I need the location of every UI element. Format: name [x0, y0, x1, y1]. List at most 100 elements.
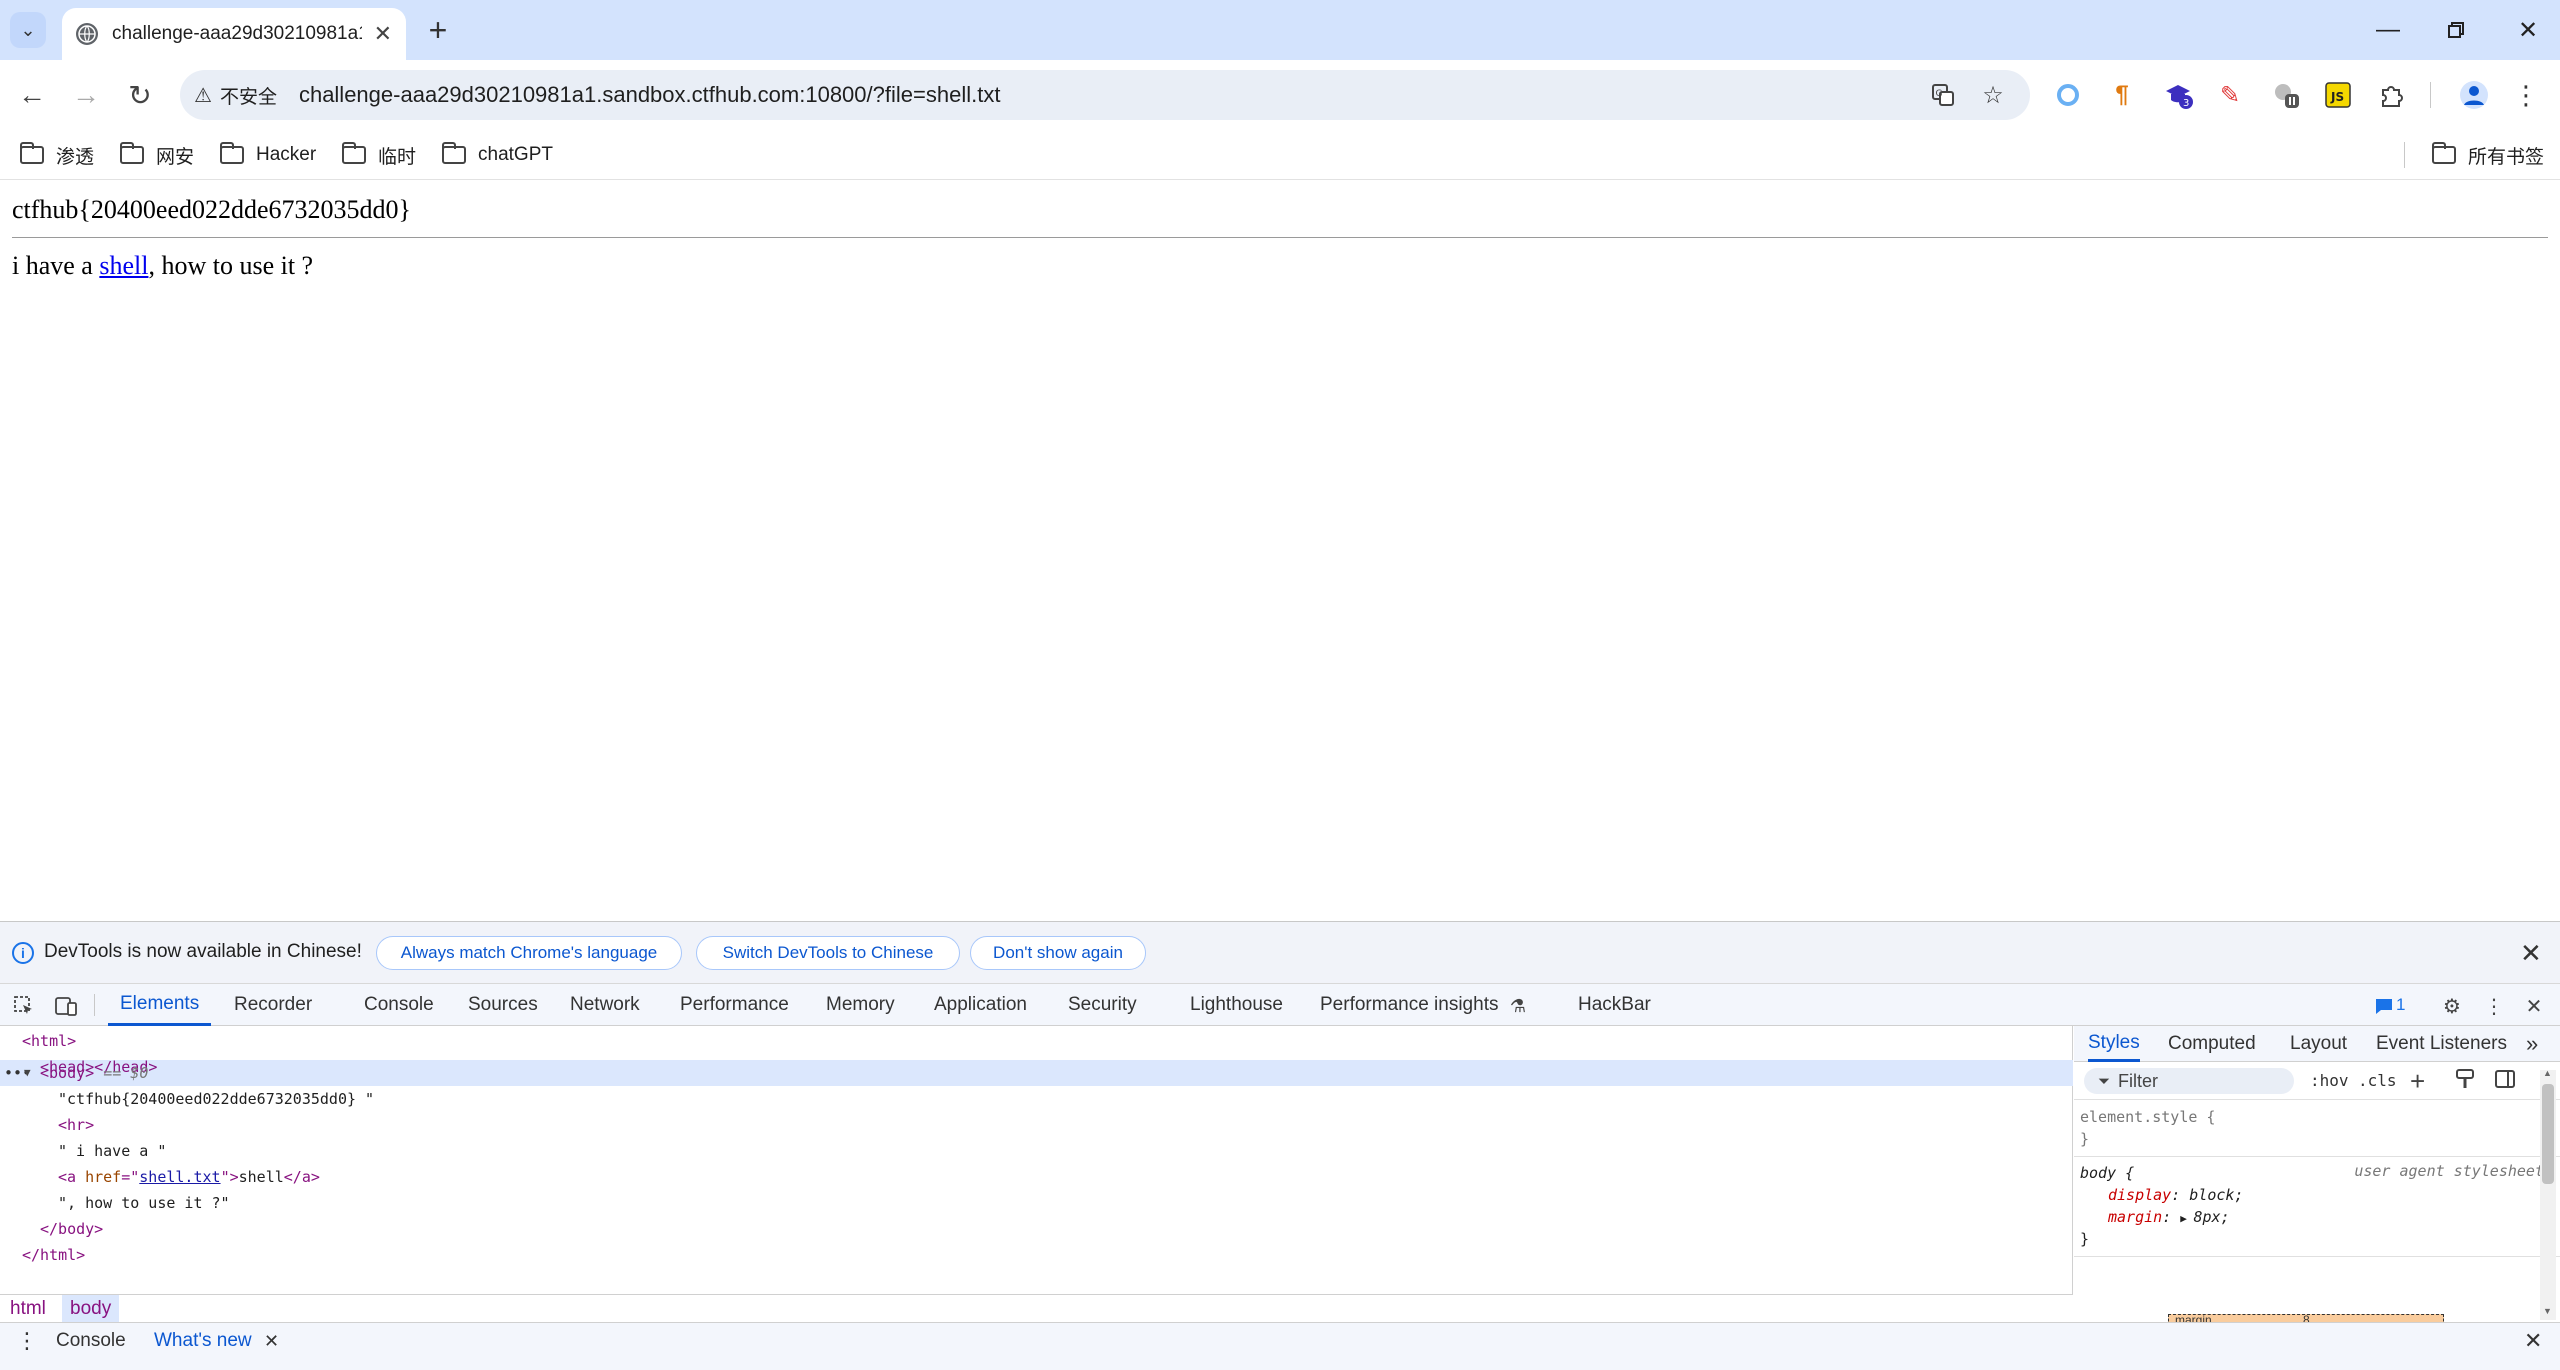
close-devtools-icon[interactable]: ✕	[2520, 992, 2548, 1020]
styles-scrollbar-thumb[interactable]	[2542, 1084, 2554, 1184]
dom-text-node[interactable]: ", how to use it ?"	[58, 1190, 230, 1216]
tab-layout[interactable]: Layout	[2290, 1026, 2347, 1062]
devtools-menu-icon[interactable]: ⋮	[2480, 992, 2508, 1020]
new-rule-icon[interactable]: +	[2410, 1066, 2425, 1097]
issues-icon[interactable]	[2370, 992, 2398, 1020]
bookmark-star-icon[interactable]: ☆	[1976, 78, 2010, 112]
tab-console[interactable]: Console	[364, 984, 434, 1026]
cls-toggle[interactable]: .cls	[2358, 1071, 2397, 1090]
dom-node-html-close[interactable]: </html>	[22, 1242, 85, 1268]
close-drawer-icon[interactable]: ✕	[2524, 1323, 2542, 1359]
dom-text-node[interactable]: "ctfhub{20400eed022dde6732035dd0} "	[58, 1086, 374, 1112]
active-tab[interactable]: challenge-aaa29d30210981a1.sandbox.ctfhu…	[62, 8, 406, 60]
translate-icon[interactable]: G	[1926, 78, 1960, 112]
tab-styles[interactable]: Styles	[2088, 1026, 2140, 1062]
property-name: margin	[2108, 1208, 2163, 1226]
rule-divider	[2074, 1156, 2560, 1157]
bookmark-folder-wangan[interactable]: 网安	[119, 138, 194, 172]
selected-dom-row[interactable]	[0, 1060, 2073, 1086]
infobar-message: DevTools is now available in Chinese!	[44, 941, 362, 962]
expand-triangle-icon[interactable]: ▶	[2180, 1212, 2193, 1225]
insecure-label[interactable]: 不安全	[220, 82, 277, 109]
bookmark-folder-hacker[interactable]: Hacker	[219, 138, 316, 172]
dont-show-again-button[interactable]: Don't show again	[970, 936, 1146, 970]
minimize-icon[interactable]: —	[2368, 10, 2408, 50]
display-declaration[interactable]: display: block;	[2108, 1184, 2243, 1206]
reload-icon[interactable]: ↻	[120, 75, 160, 115]
warning-icon[interactable]: ⚠	[194, 83, 212, 108]
dom-node-hr[interactable]: <hr>	[58, 1112, 94, 1138]
breadcrumb-html[interactable]: html	[2, 1295, 54, 1323]
new-tab-button[interactable]: +	[420, 12, 456, 48]
tab-sources[interactable]: Sources	[468, 984, 538, 1026]
profile-avatar-icon[interactable]	[2456, 77, 2492, 113]
restore-icon[interactable]	[2436, 10, 2476, 50]
element-style-rule[interactable]: element.style {	[2080, 1106, 2215, 1128]
dom-node-body[interactable]: <body> == $0	[40, 1060, 148, 1086]
href-link[interactable]: shell.txt	[139, 1168, 220, 1186]
pilcrow-extension-icon[interactable]: ¶	[2104, 77, 2140, 113]
issues-count[interactable]: 1	[2396, 984, 2405, 1026]
scroll-up-icon[interactable]: ▲	[2543, 1068, 2552, 1078]
close-window-icon[interactable]: ✕	[2508, 10, 2548, 50]
dom-tag: <body>	[40, 1064, 95, 1082]
feather-extension-icon[interactable]: ✎	[2212, 77, 2248, 113]
dom-node-html[interactable]: <html>	[22, 1028, 76, 1054]
device-toolbar-icon[interactable]	[52, 992, 80, 1020]
tab-security[interactable]: Security	[1068, 984, 1137, 1026]
dom-node-a[interactable]: <a href="shell.txt">shell</a>	[58, 1164, 320, 1190]
dom-tag: </body>	[40, 1220, 104, 1238]
tab-computed[interactable]: Computed	[2168, 1026, 2256, 1062]
bookmark-folder-chatgpt[interactable]: chatGPT	[441, 138, 553, 172]
breadcrumb-body[interactable]: body	[62, 1295, 120, 1323]
styles-scrollbar-track[interactable]: ▲ ▼	[2540, 1068, 2556, 1320]
all-bookmarks-button[interactable]: 所有书签	[2431, 138, 2544, 172]
url-text[interactable]: challenge-aaa29d30210981a1.sandbox.ctfhu…	[299, 82, 1000, 108]
tab-hackbar[interactable]: HackBar	[1578, 984, 1651, 1026]
hov-toggle[interactable]: :hov	[2310, 1071, 2349, 1090]
close-tab-icon[interactable]: ✕	[374, 21, 392, 47]
puzzle-extensions-icon[interactable]	[2374, 77, 2410, 113]
graduation-cap-extension-icon[interactable]: 3	[2160, 77, 2196, 113]
close-infobar-icon[interactable]: ✕	[2520, 938, 2542, 969]
drawer-tab-whats-new[interactable]: What's new	[154, 1323, 252, 1359]
menu-kebab-icon[interactable]: ⋮	[2508, 77, 2544, 113]
drawer-menu-icon[interactable]: ⋮	[16, 1323, 38, 1359]
address-bar[interactable]: ⚠ 不安全 challenge-aaa29d30210981a1.sandbox…	[180, 70, 2030, 120]
tab-performance-insights[interactable]: Performance insights	[1320, 984, 1498, 1026]
scroll-down-icon[interactable]: ▼	[2543, 1306, 2552, 1316]
tab-event-listeners[interactable]: Event Listeners	[2376, 1026, 2507, 1062]
tab-elements[interactable]: Elements	[108, 984, 212, 1026]
styles-filter-input[interactable]: ⏷ Filter	[2084, 1068, 2294, 1094]
always-match-language-button[interactable]: Always match Chrome's language	[376, 936, 682, 970]
settings-gear-icon[interactable]: ⚙	[2438, 992, 2466, 1020]
tab-lighthouse[interactable]: Lighthouse	[1190, 984, 1283, 1026]
tab-application[interactable]: Application	[934, 984, 1027, 1026]
expand-triangle-icon[interactable]: ▼	[24, 1060, 31, 1086]
js-extension-icon[interactable]: JS	[2320, 77, 2356, 113]
more-tabs-icon[interactable]: »	[2526, 1026, 2538, 1062]
dom-node-body-close[interactable]: </body>	[40, 1216, 103, 1242]
inspect-element-icon[interactable]	[10, 992, 38, 1020]
folder-icon	[119, 142, 144, 164]
paused-extension-icon[interactable]	[2268, 77, 2304, 113]
bookmark-folder-shentou[interactable]: 渗透	[19, 138, 94, 172]
extension-circle-icon[interactable]	[2050, 77, 2086, 113]
forward-icon[interactable]: →	[66, 75, 106, 115]
tab-memory[interactable]: Memory	[826, 984, 895, 1026]
body-rule-selector[interactable]: body {	[2080, 1162, 2134, 1184]
margin-declaration[interactable]: margin: ▶ 8px;	[2108, 1206, 2230, 1230]
dom-text-node[interactable]: " i have a "	[58, 1138, 166, 1164]
back-icon[interactable]: ←	[12, 75, 52, 115]
tab-search-button[interactable]: ⌄	[10, 12, 46, 48]
sidebar-toggle-icon[interactable]	[2494, 1068, 2516, 1095]
shell-link[interactable]: shell	[99, 251, 148, 280]
bookmark-folder-linshi[interactable]: 临时	[341, 138, 416, 172]
tab-recorder[interactable]: Recorder	[234, 984, 312, 1026]
switch-to-chinese-button[interactable]: Switch DevTools to Chinese	[696, 936, 960, 970]
paint-brush-icon[interactable]	[2454, 1068, 2476, 1095]
tab-performance[interactable]: Performance	[680, 984, 789, 1026]
tab-network[interactable]: Network	[570, 984, 640, 1026]
drawer-tab-console[interactable]: Console	[56, 1323, 126, 1359]
close-whats-new-icon[interactable]: ✕	[264, 1323, 279, 1359]
